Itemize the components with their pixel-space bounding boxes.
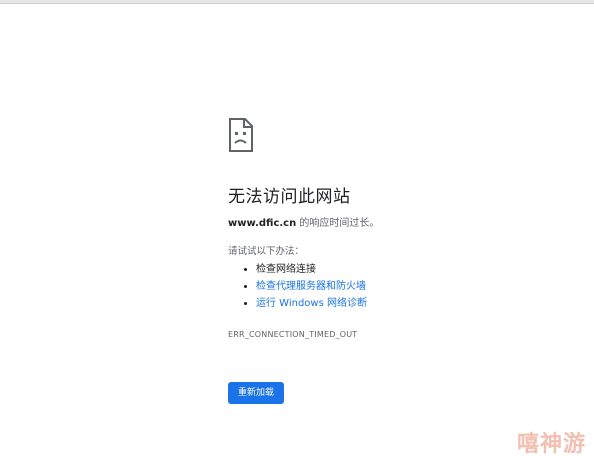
suggestion-link-text[interactable]: 检查代理服务器和防火墙 (256, 281, 366, 292)
suggestion-text: 检查网络连接 (256, 264, 316, 275)
suggestion-list: 检查网络连接 检查代理服务器和防火墙 运行 Windows 网络诊断 (228, 261, 568, 312)
description-suffix: 的响应时间过长。 (296, 218, 380, 229)
page-title: 无法访问此网站 (228, 187, 351, 207)
error-code: ERR_CONNECTION_TIMED_OUT (228, 330, 358, 339)
browser-chrome-edge (0, 0, 594, 4)
host-name: www.dfic.cn (228, 218, 297, 229)
browser-page: 无法访问此网站 www.dfic.cn 的响应时间过长。 请试试以下办法： 检查… (0, 0, 594, 464)
suggestion-check-network: 检查网络连接 (244, 261, 568, 278)
suggestion-link-text[interactable]: 运行 Windows 网络诊断 (256, 298, 367, 309)
suggestion-run-diagnostics-link[interactable]: 运行 Windows 网络诊断 (244, 295, 568, 312)
sad-page-icon (228, 118, 568, 152)
error-content: 无法访问此网站 www.dfic.cn 的响应时间过长。 请试试以下办法： 检查… (228, 118, 568, 404)
try-label: 请试试以下办法： (228, 246, 305, 257)
suggestion-check-proxy-link[interactable]: 检查代理服务器和防火墙 (244, 278, 568, 295)
reload-button[interactable]: 重新加载 (228, 382, 285, 404)
error-description: www.dfic.cn 的响应时间过长。 (228, 217, 568, 231)
watermark-logo: 嘻神游 (516, 432, 586, 457)
